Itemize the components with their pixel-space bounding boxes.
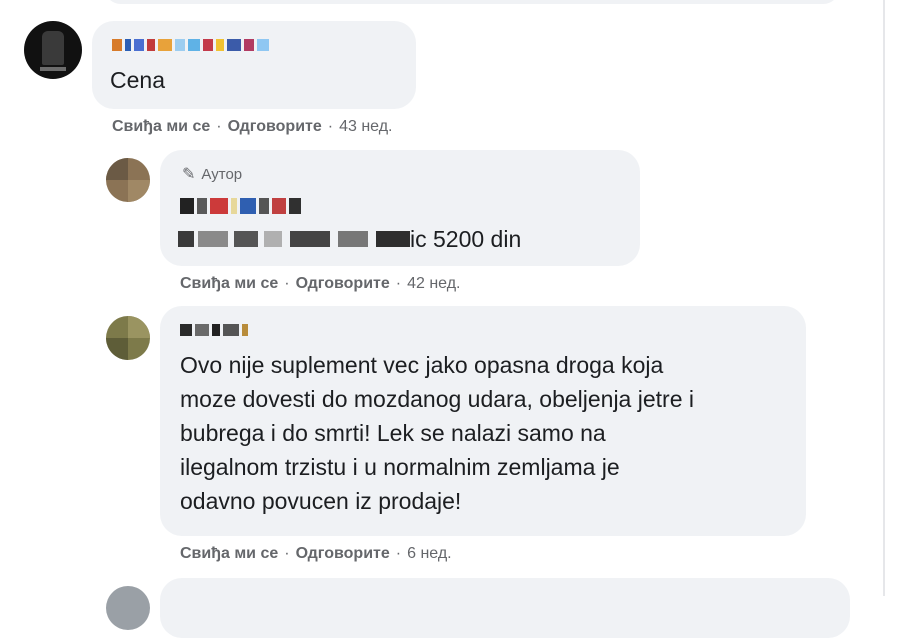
like-button[interactable]: Свиђа ми се: [112, 118, 210, 136]
comment-text: Cena: [110, 67, 165, 93]
avatar[interactable]: [106, 316, 150, 360]
comment-line: odavno povucen iz prodaje!: [180, 488, 462, 514]
avatar[interactable]: [106, 586, 150, 630]
comment-text: Ovo nije suplement vec jako opasna droga…: [180, 348, 694, 518]
reply-button[interactable]: Одговорите: [296, 545, 390, 563]
author-badge-label: Аутор: [201, 165, 243, 183]
separator: ·: [395, 275, 402, 292]
comment-line: bubrega i do smrti! Lek se nalazi samo n…: [180, 420, 606, 446]
comment-text-visible: ic 5200 din: [410, 226, 522, 252]
comment-bubble: Cena: [92, 21, 416, 109]
previous-comment-bubble: [104, 0, 840, 4]
comment-actions: Свиђа ми се · Одговорите · 6 нед.: [180, 545, 452, 563]
comment-bubble: [160, 578, 850, 638]
comment-actions: Свиђа ми се · Одговорите · 42 нед.: [180, 275, 461, 293]
commenter-name-blurred[interactable]: [180, 324, 248, 336]
separator: ·: [216, 118, 222, 135]
comment-actions: Свиђа ми се · Одговорите · 43 нед.: [112, 118, 393, 136]
like-button[interactable]: Свиђа ми се: [180, 545, 278, 563]
pencil-icon: ✎: [182, 166, 196, 183]
comment-bubble: Ovo nije suplement vec jako opasna droga…: [160, 306, 806, 536]
separator: ·: [284, 275, 290, 292]
timestamp[interactable]: 42 нед.: [407, 275, 460, 293]
comment-text: ic 5200 din: [178, 222, 521, 256]
blurred-text: [178, 231, 194, 247]
reply-button[interactable]: Одговорите: [296, 275, 390, 293]
comment-line: ilegalnom trzistu i u normalnim zemljama…: [180, 454, 620, 480]
like-button[interactable]: Свиђа ми се: [180, 275, 278, 293]
separator: ·: [327, 118, 334, 135]
commenter-name-blurred[interactable]: [112, 39, 269, 51]
comment-bubble: ✎ Аутор ic 5200 din: [160, 150, 640, 266]
timestamp[interactable]: 43 нед.: [339, 118, 392, 136]
reply-button[interactable]: Одговорите: [228, 118, 322, 136]
commenter-name-blurred[interactable]: [180, 198, 301, 214]
timestamp[interactable]: 6 нед.: [407, 545, 452, 563]
avatar[interactable]: [24, 21, 82, 79]
comment-line: moze dovesti do mozdanog udara, obeljenj…: [180, 386, 694, 412]
separator: ·: [284, 545, 290, 562]
scrollbar-track[interactable]: [883, 0, 885, 596]
comment-line: Ovo nije suplement vec jako opasna droga…: [180, 352, 664, 378]
avatar[interactable]: [106, 158, 150, 202]
author-badge: ✎ Аутор: [182, 164, 242, 184]
separator: ·: [395, 545, 402, 562]
